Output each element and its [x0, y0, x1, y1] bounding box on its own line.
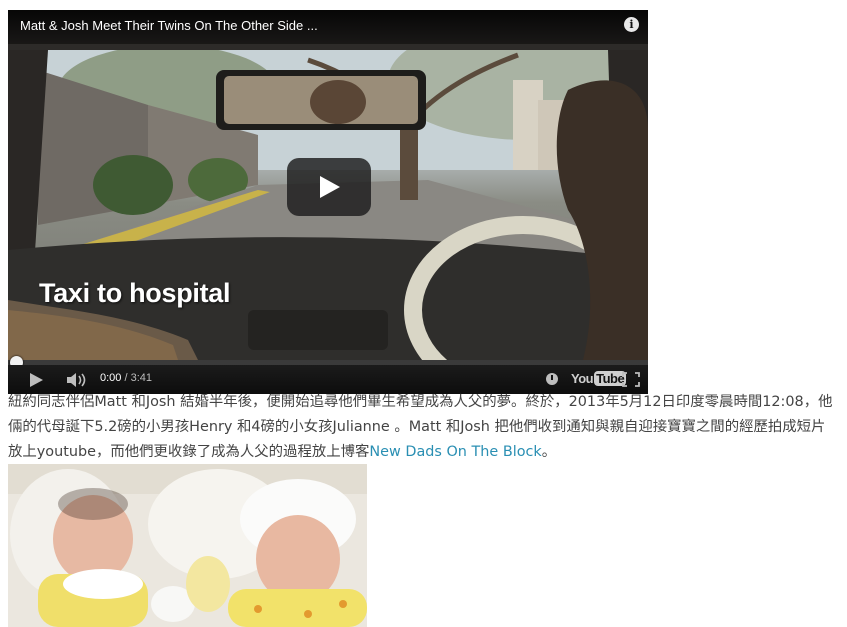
time-total: 3:41: [130, 372, 153, 384]
play-button[interactable]: [287, 158, 371, 216]
time-current: 0:00: [100, 372, 122, 384]
play-pause-icon[interactable]: [30, 373, 43, 387]
youtube-logo[interactable]: You Tube: [571, 371, 627, 387]
video-caption: Taxi to hospital: [39, 278, 231, 308]
video-player[interactable]: Matt & Josh Meet Their Twins On The Othe…: [8, 10, 648, 394]
youtube-logo-you: You: [571, 371, 594, 386]
twins-photo: [8, 464, 367, 627]
twins-photo-image: [8, 464, 367, 627]
fullscreen-icon[interactable]: [622, 372, 640, 387]
info-icon[interactable]: i: [624, 17, 639, 32]
video-title-bar: Matt & Josh Meet Their Twins On The Othe…: [8, 10, 648, 44]
volume-icon[interactable]: [66, 372, 88, 388]
video-title[interactable]: Matt & Josh Meet Their Twins On The Othe…: [20, 18, 318, 33]
article-text-end: 。: [541, 444, 557, 460]
article-paragraph: 紐約同志伴侶Matt 和Josh 結婚半年後，便開始追尋他們畢生希望成為人父的夢…: [8, 390, 838, 465]
blog-link[interactable]: New Dads On The Block: [369, 444, 541, 460]
play-icon: [320, 176, 340, 198]
time-display: 0:00 / 3:41: [100, 372, 152, 384]
watch-later-icon[interactable]: [546, 373, 558, 385]
time-separator: /: [121, 372, 131, 384]
